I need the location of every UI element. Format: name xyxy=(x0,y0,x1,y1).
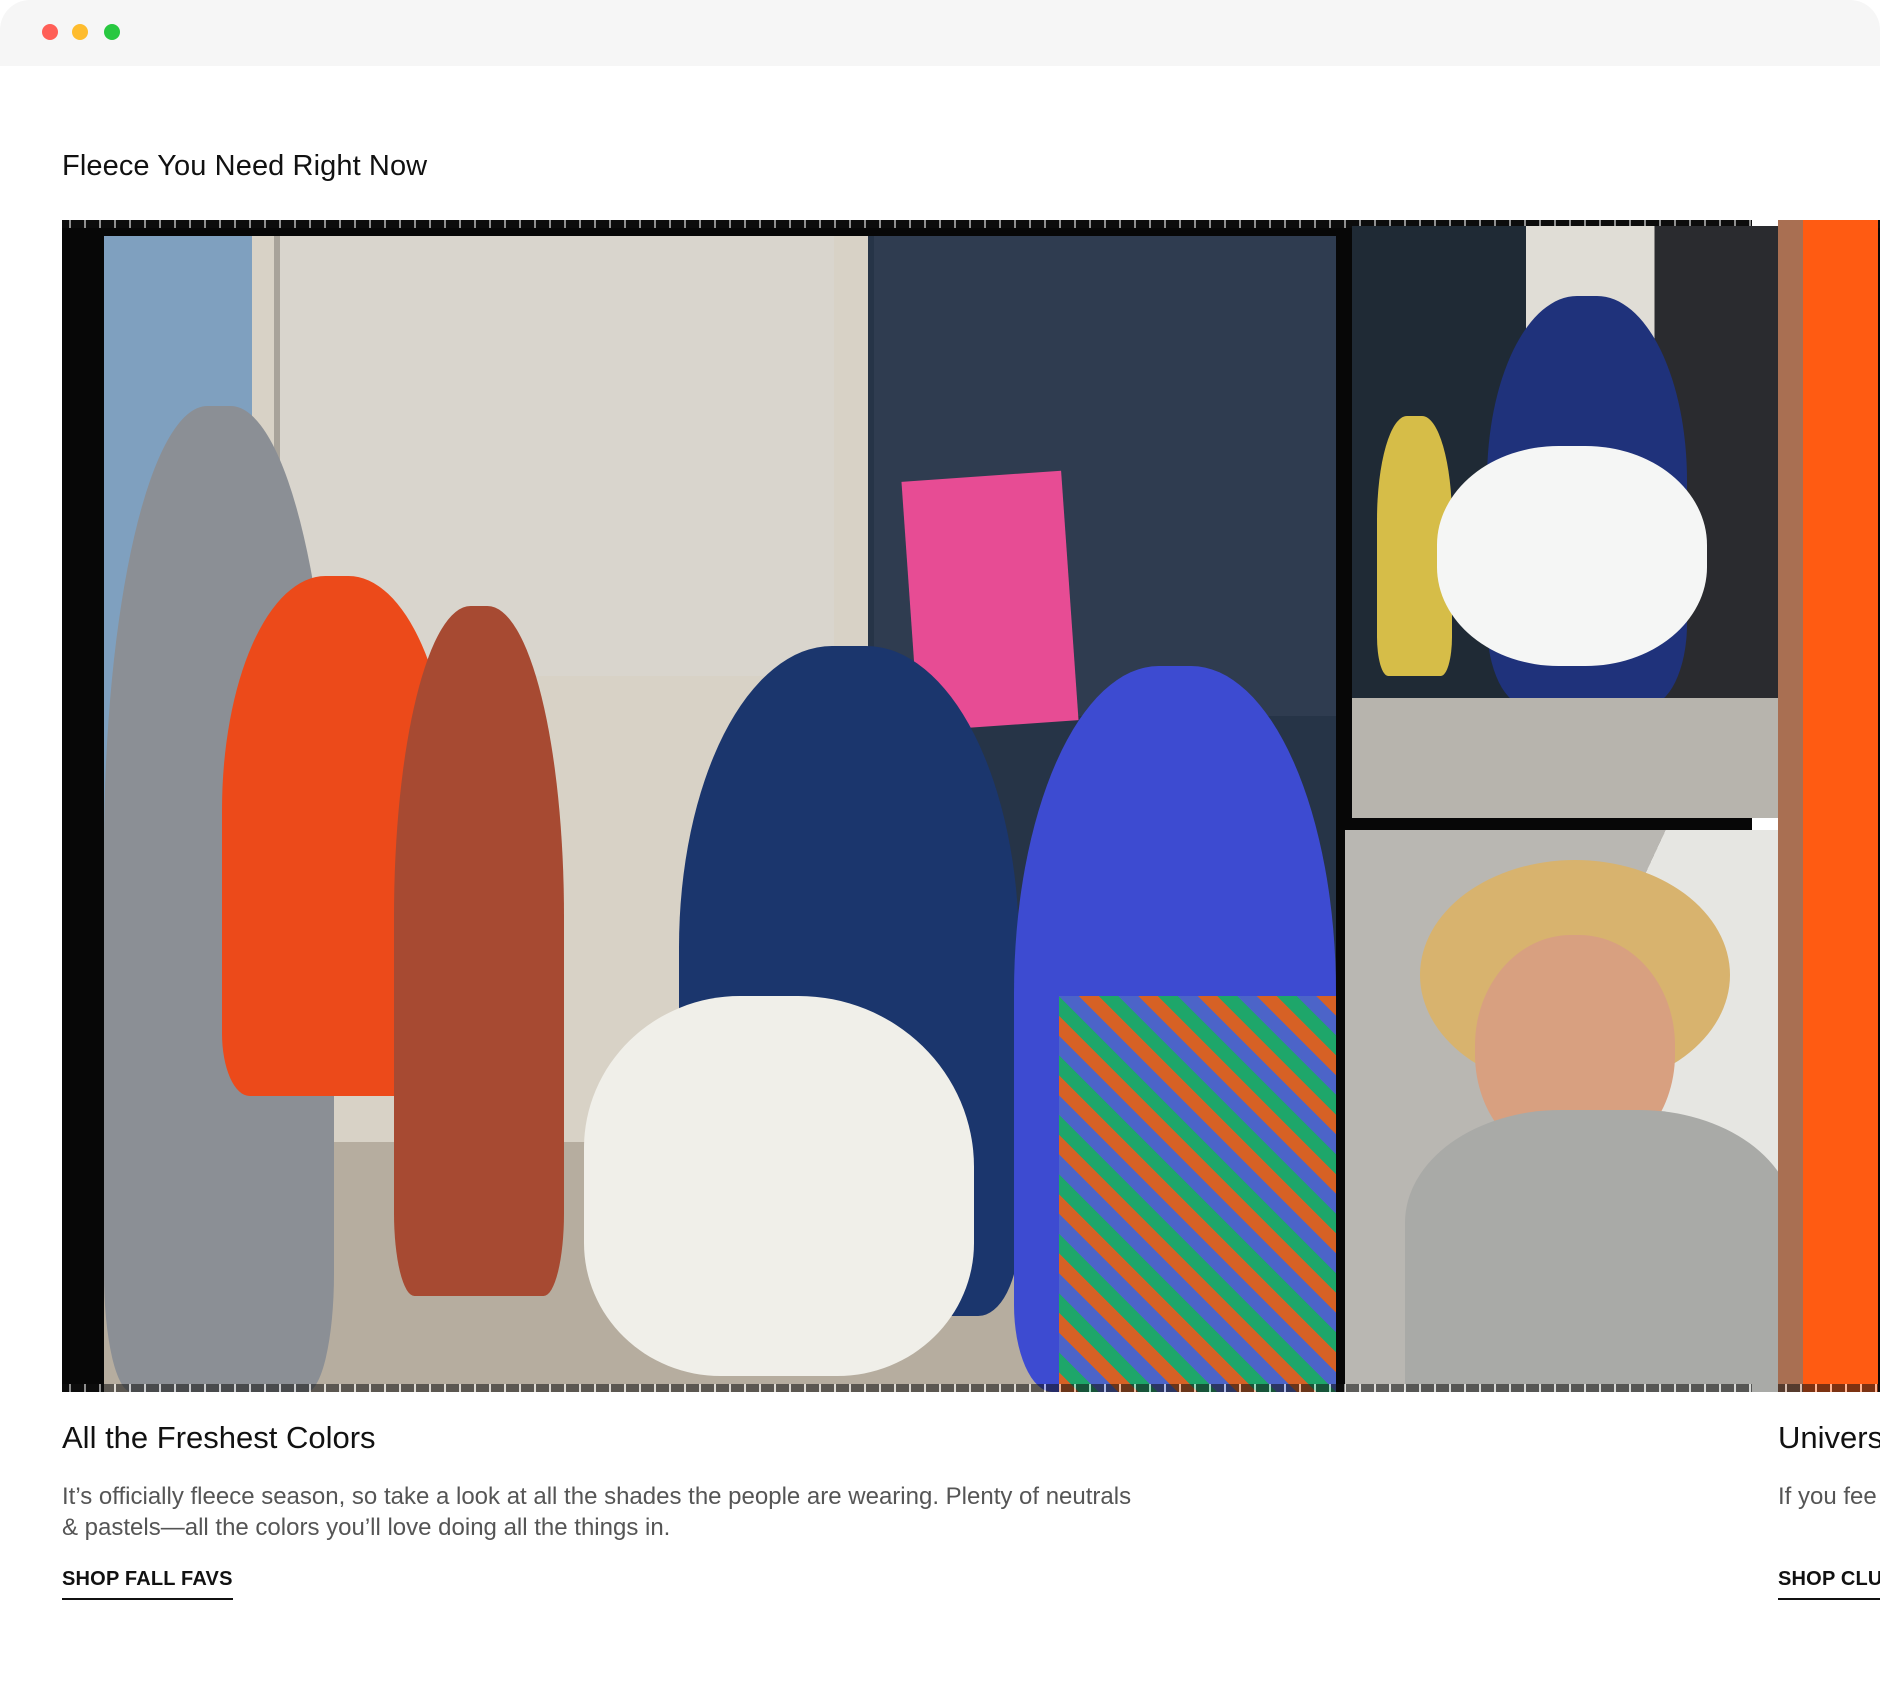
patterned-skirt xyxy=(1059,996,1336,1392)
white-skirt-top xyxy=(1437,446,1707,666)
orange-fleece-photo xyxy=(1778,220,1878,1392)
zoom-window-button[interactable] xyxy=(104,24,120,40)
next-collage-image[interactable] xyxy=(1778,220,1880,1392)
fleece-collage-image[interactable] xyxy=(62,220,1812,1392)
street-style-photo xyxy=(1352,226,1810,818)
card-title: All the Freshest Colors xyxy=(62,1420,376,1455)
person-rust-leggings xyxy=(394,606,564,1296)
shop-fall-favs-link[interactable]: SHOP FALL FAVS xyxy=(62,1568,233,1600)
white-skirt xyxy=(584,996,974,1376)
group-photo xyxy=(104,236,1336,1392)
child-fleece-photo xyxy=(1345,830,1812,1392)
section-title: Fleece You Need Right Now xyxy=(62,150,428,182)
child-grey-jacket xyxy=(1405,1110,1795,1392)
browser-window: Fleece You Need Right Now All the Freshe… xyxy=(0,0,1880,1686)
minimize-window-button[interactable] xyxy=(72,24,88,40)
next-card-title: Univers xyxy=(1778,1420,1880,1455)
window-titlebar xyxy=(0,0,1880,66)
close-window-button[interactable] xyxy=(42,24,58,40)
sidewalk-top xyxy=(1352,698,1810,818)
shop-club-link[interactable]: SHOP CLU xyxy=(1778,1568,1880,1600)
card-description: It’s officially fleece season, so take a… xyxy=(62,1483,1132,1541)
next-card-description: If you fee Club Fle xyxy=(1778,1483,1880,1510)
